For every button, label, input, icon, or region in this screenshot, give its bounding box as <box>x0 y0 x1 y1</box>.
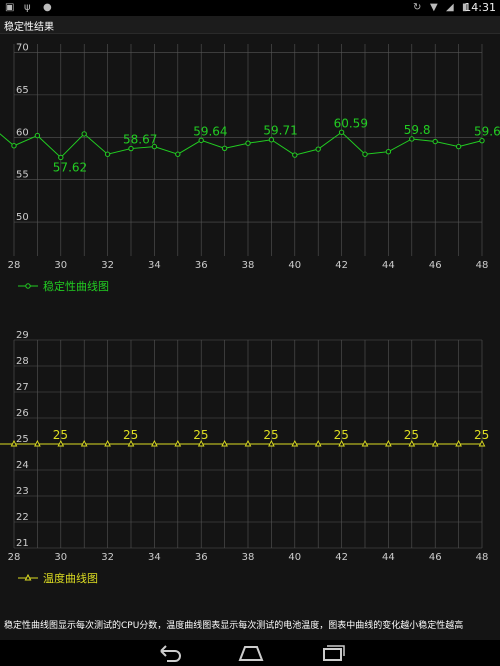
screen-rotation-icon: ↻ <box>413 2 422 13</box>
nav-bar <box>0 640 500 666</box>
stability-data-label: 59.71 <box>263 124 297 138</box>
footer-note: 稳定性曲线图显示每次测试的CPU分数，温度曲线图表显示每次测试的电池温度，图表中… <box>4 621 464 631</box>
clock: 14:31 <box>464 1 496 14</box>
stability-y-tick-label: 65 <box>16 85 29 96</box>
stability-point <box>385 148 392 155</box>
stability-data-label: 58.67 <box>123 133 157 147</box>
temperature-data-label: 25 <box>263 428 278 442</box>
stability-x-tick-label: 40 <box>288 260 301 271</box>
temperature-x-tick-label: 42 <box>335 552 348 563</box>
temperature-x-tick-label: 40 <box>288 552 301 563</box>
stability-y-tick-label: 70 <box>16 42 29 53</box>
stability-point <box>338 129 345 135</box>
stability-data-label: 59.8 <box>404 123 431 137</box>
stability-point <box>479 137 485 144</box>
temperature-data-label: 25 <box>334 428 349 442</box>
temperature-legend-marker <box>24 573 32 581</box>
stability-data-label: 57.62 <box>53 160 87 174</box>
stability-x-tick-label: 28 <box>8 260 21 271</box>
temperature-x-tick-label: 28 <box>8 552 21 563</box>
temperature-chart: 21 22 23 24 25 26 27 28 29 28 30 32 34 36 38 40 42 44 46 48… <box>0 330 489 585</box>
android-icon: ● <box>43 2 52 13</box>
stability-point <box>245 140 251 146</box>
stability-y-tick-label: 55 <box>16 170 29 181</box>
stability-x-tick-label: 30 <box>54 260 67 271</box>
stability-point <box>11 143 17 149</box>
home-icon[interactable] <box>236 642 266 664</box>
stability-point <box>128 145 134 152</box>
stability-point <box>221 145 228 152</box>
stability-y-tick-label: 60 <box>16 127 29 138</box>
stability-x-tick-label: 42 <box>335 260 348 271</box>
stability-point <box>104 151 111 157</box>
page-title: 稳定性结果 <box>4 22 54 33</box>
temperature-y-tick-label: 28 <box>16 356 29 367</box>
stability-point <box>81 131 87 137</box>
stability-x-tick-label: 48 <box>476 260 489 271</box>
temperature-x-tick-label: 30 <box>54 552 67 563</box>
stability-legend-label: 稳定性曲线图 <box>43 279 109 293</box>
stability-x-tick-label: 36 <box>195 260 208 271</box>
stability-point <box>34 132 41 139</box>
temperature-data-label: 25 <box>193 428 208 442</box>
temperature-y-tick-label: 22 <box>16 512 29 523</box>
stability-x-tick-label: 46 <box>429 260 442 271</box>
temperature-x-tick-label: 46 <box>429 552 442 563</box>
temperature-data-label: 25 <box>53 428 68 442</box>
stability-chart: 50 55 60 65 70 28 30 32 34 36 38 40 42 44 46 48 57.62 58.… <box>0 42 500 293</box>
stability-x-tick-label: 44 <box>382 260 395 271</box>
stability-point <box>58 154 64 161</box>
title-bar: 稳定性结果 <box>0 16 500 34</box>
temperature-x-tick-label: 48 <box>476 552 489 563</box>
temperature-legend-label: 温度曲线图 <box>43 571 98 585</box>
temperature-y-tick-label: 26 <box>16 408 29 419</box>
temperature-x-tick-label: 44 <box>382 552 395 563</box>
stability-point <box>315 146 321 152</box>
stability-point <box>409 136 415 142</box>
stability-x-tick-label: 38 <box>242 260 255 271</box>
temperature-y-tick-label: 24 <box>16 460 29 471</box>
stability-point <box>175 151 181 157</box>
stability-point <box>455 143 462 150</box>
temperature-y-tick-label: 21 <box>16 538 29 549</box>
stability-point <box>432 138 438 145</box>
stability-x-tick-label: 32 <box>101 260 114 271</box>
temperature-data-label: 25 <box>474 428 489 442</box>
stability-point <box>268 137 275 143</box>
temperature-data-label: 25 <box>123 428 138 442</box>
stability-x-tick-label: 34 <box>148 260 161 271</box>
temperature-x-tick-label: 32 <box>101 552 114 563</box>
stability-data-label: 60.59 <box>334 116 368 130</box>
signal-icon: ◢ <box>446 2 454 13</box>
image-icon: ▣ <box>5 2 15 13</box>
temperature-x-tick-label: 38 <box>242 552 255 563</box>
stability-point <box>198 137 204 144</box>
wifi-icon: ▼ <box>430 2 438 13</box>
temperature-y-tick-label: 27 <box>16 382 29 393</box>
usb-icon: ψ <box>24 2 31 13</box>
temperature-y-tick-label: 25 <box>16 434 29 445</box>
stability-point <box>362 151 368 157</box>
recent-apps-icon[interactable] <box>318 642 348 664</box>
stability-y-tick-label: 50 <box>16 212 29 223</box>
temperature-x-tick-label: 34 <box>148 552 161 563</box>
temperature-y-tick-label: 23 <box>16 486 29 497</box>
stability-point <box>292 152 298 158</box>
stability-data-label: 59.64 <box>193 124 227 138</box>
stability-data-label: 59.6 <box>474 125 500 139</box>
stability-legend-marker <box>25 283 31 289</box>
temperature-x-tick-label: 36 <box>195 552 208 563</box>
status-bar: ▣ ψ ● ↻ ▼ ◢ ▮ 14:31 <box>0 0 500 16</box>
temperature-data-label: 25 <box>404 428 419 442</box>
back-icon[interactable] <box>155 642 185 664</box>
temperature-y-tick-label: 29 <box>16 330 29 341</box>
results-content: 50 55 60 65 70 28 30 32 34 36 38 40 42 44 46 48 57.62 58.… <box>0 34 500 640</box>
